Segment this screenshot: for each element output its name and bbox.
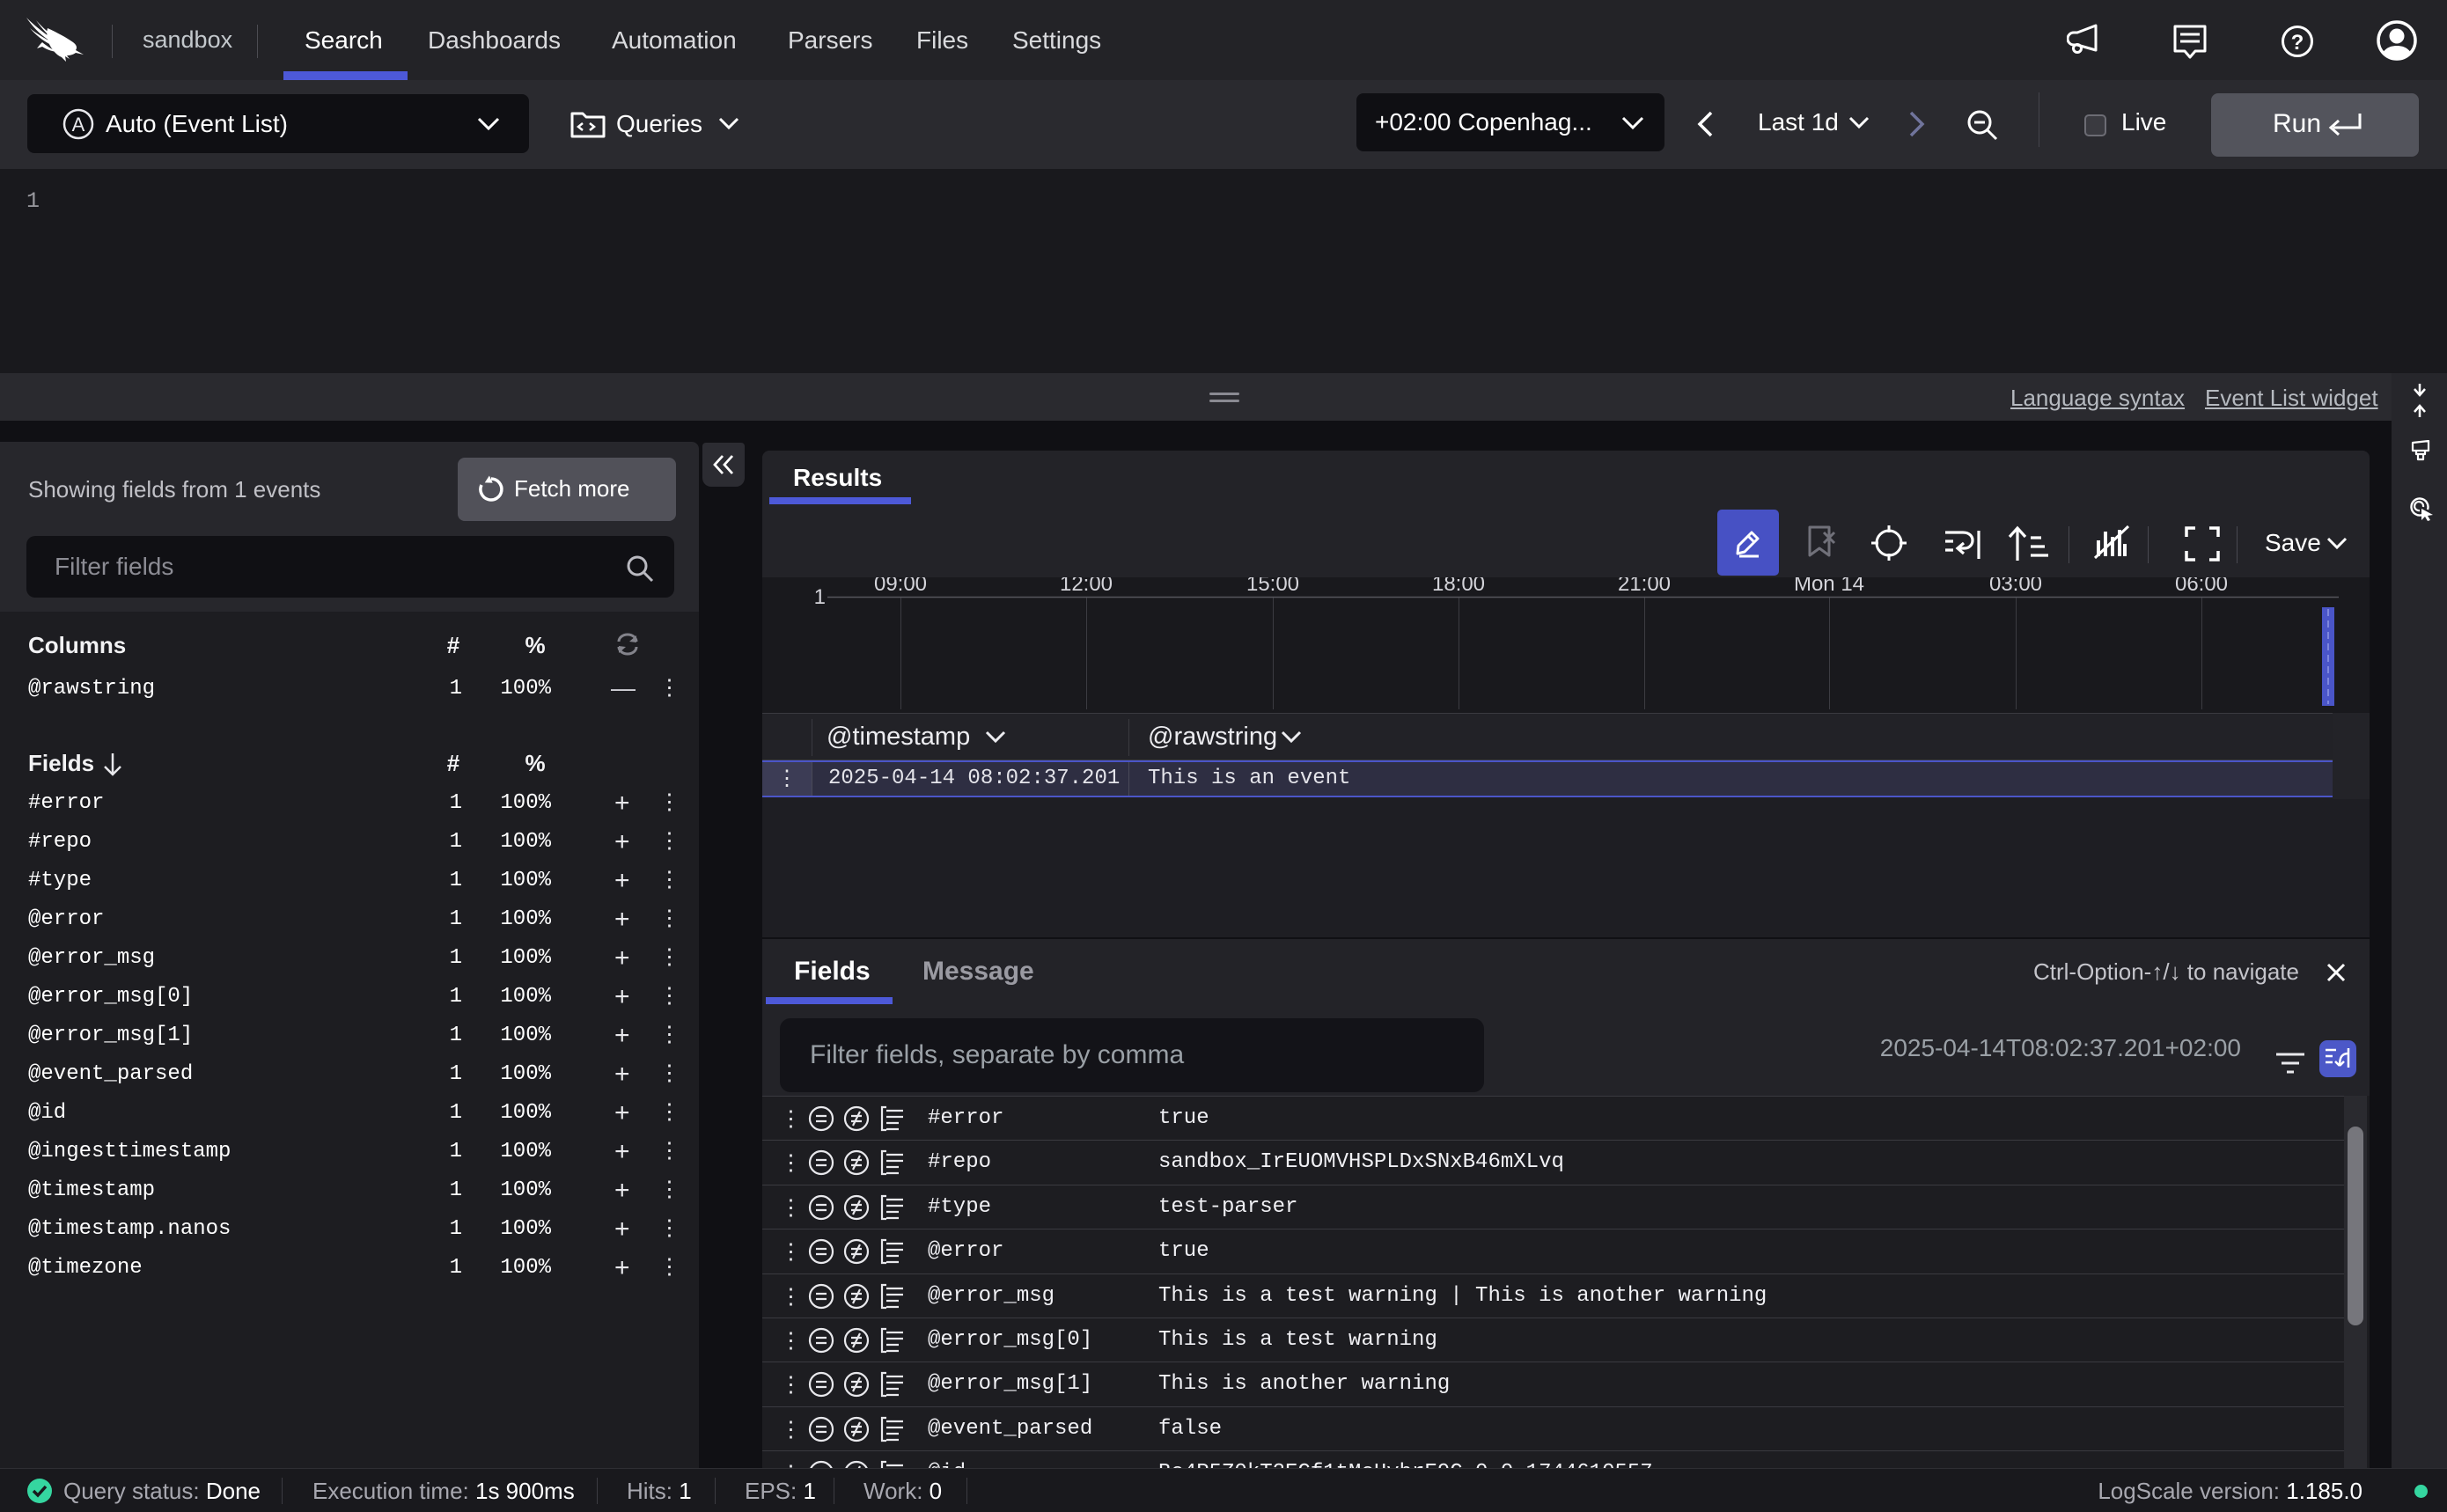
svg-text:15:00: 15:00 <box>1246 577 1299 596</box>
svg-text:Mon 14: Mon 14 <box>1794 577 1864 596</box>
svg-text:1: 1 <box>814 585 826 609</box>
svg-text:21:00: 21:00 <box>1618 577 1671 596</box>
svg-text:18:00: 18:00 <box>1432 577 1485 596</box>
svg-text:?: ? <box>2291 31 2304 55</box>
svg-text:12:00: 12:00 <box>1060 577 1113 596</box>
svg-text:03:00: 03:00 <box>1989 577 2042 596</box>
svg-text:A: A <box>72 114 85 136</box>
svg-text:06:00: 06:00 <box>2175 577 2228 596</box>
svg-text:09:00: 09:00 <box>874 577 927 596</box>
